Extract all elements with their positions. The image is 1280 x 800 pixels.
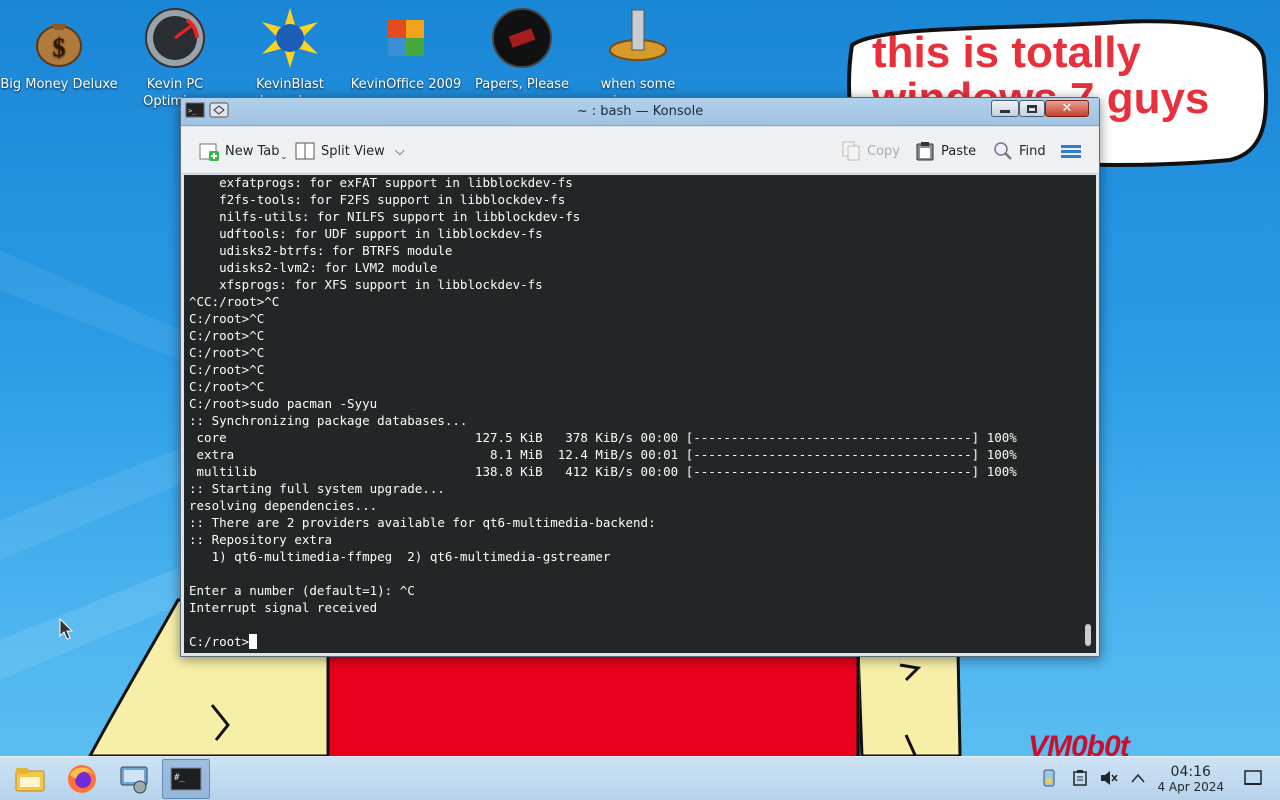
- desktop-icon-kevin-pc-optimizer[interactable]: Kevin PC Optimizer: [116, 6, 234, 110]
- update-icon: [1043, 769, 1055, 787]
- clock-time: 04:16: [1170, 764, 1211, 780]
- desktop-icon-kevinblast[interactable]: KevinBlast Launcher: [231, 6, 349, 110]
- terminal-line: 1) qt6-multimedia-ffmpeg 2) qt6-multimed…: [211, 549, 611, 564]
- terminal-line: :: Repository extra: [189, 532, 332, 547]
- desktop-icon-russian[interactable]: when some russian runs a...: [579, 6, 697, 110]
- minimize-button[interactable]: [991, 100, 1019, 117]
- terminal-line: C:/root>^C: [189, 311, 265, 326]
- paste-button[interactable]: Paste: [915, 140, 976, 162]
- volume-muted-icon: [1101, 771, 1118, 785]
- terminal-line: C:/root>^C: [189, 362, 265, 377]
- copy-label: Copy: [867, 143, 900, 159]
- terminal-line: resolving dependencies...: [189, 498, 378, 513]
- clock[interactable]: 04:16 4 Apr 2024: [1157, 764, 1224, 795]
- taskbar-system-settings[interactable]: [110, 759, 158, 799]
- desktop-icon-big-money[interactable]: $ Big Money Deluxe: [0, 6, 118, 93]
- terminal-line: :: Synchronizing package databases...: [189, 413, 468, 428]
- money-bag-icon: $: [27, 6, 91, 70]
- tray-kde-connect[interactable]: [1040, 769, 1058, 787]
- terminal-line: ^CC:/root>^C: [189, 294, 280, 309]
- copy-icon: [841, 141, 861, 161]
- maximize-button[interactable]: [1019, 100, 1045, 117]
- window-title: ~ : bash — Konsole: [576, 104, 704, 119]
- new-tab-button[interactable]: New Tab ⌄: [199, 140, 287, 162]
- find-button[interactable]: Find: [993, 140, 1046, 162]
- close-button[interactable]: ✕: [1045, 100, 1089, 117]
- new-tab-icon: [199, 141, 219, 161]
- split-view-label: Split View: [321, 143, 385, 159]
- terminal-line: Interrupt signal received: [189, 600, 378, 615]
- terminal-line: multilib 138.8 KiB 412 KiB/s 00:00 [----…: [196, 464, 1017, 479]
- gear-icon: [606, 6, 670, 70]
- terminal-line: extra 8.1 MiB 12.4 MiB/s 00:01 [--------…: [196, 447, 1017, 462]
- text-cursor: [249, 634, 258, 649]
- paste-icon: [915, 141, 935, 161]
- terminal-line: f2fs-tools: for F2FS support in libblock…: [219, 192, 566, 207]
- desktop-icon-label: Papers, Please: [474, 77, 570, 92]
- chevron-down-icon: ⌵: [394, 143, 405, 159]
- terminal-line: udisks2-lvm2: for LVM2 module: [219, 260, 438, 275]
- clipboard-icon: [1073, 770, 1087, 786]
- split-view-button[interactable]: Split View ⌵: [295, 140, 405, 162]
- terminal-line: exfatprogs: for exFAT support in libbloc…: [219, 175, 573, 190]
- terminal-line: C:/root>^C: [189, 328, 265, 343]
- taskbar-file-manager[interactable]: [6, 759, 54, 799]
- minimize-icon: [1000, 110, 1010, 113]
- terminal-line: :: There are 2 providers available for q…: [189, 515, 656, 530]
- svg-text:#_: #_: [174, 773, 185, 783]
- terminal-line: C:/root>^C: [189, 345, 265, 360]
- terminal-scrollbar[interactable]: [1085, 624, 1091, 646]
- papers-please-icon: [490, 6, 554, 70]
- terminal-area[interactable]: exfatprogs: for exFAT support in libbloc…: [184, 175, 1096, 653]
- folder-icon: [15, 768, 45, 792]
- settings-icon: [120, 766, 148, 794]
- new-tab-label: New Tab: [225, 143, 280, 159]
- terminal-line: :: Starting full system upgrade...: [189, 481, 445, 496]
- window-titlebar[interactable]: >_ ~ : bash — Konsole ✕: [181, 98, 1099, 126]
- desktop-icon-label: KevinOffice 2009: [350, 77, 462, 92]
- terminal-line: udisks2-btrfs: for BTRFS module: [219, 243, 453, 258]
- search-icon: [993, 141, 1013, 161]
- taskbar-konsole[interactable]: #_: [162, 759, 210, 799]
- desktop-icon-kevinoffice[interactable]: KevinOffice 2009: [347, 6, 465, 93]
- terminal-icon: #_: [170, 767, 202, 791]
- clock-date: 4 Apr 2024: [1157, 780, 1224, 794]
- gauge-icon: [143, 6, 207, 70]
- office-icon: [374, 6, 438, 70]
- desktop-icon-papers-please[interactable]: Papers, Please: [463, 6, 581, 93]
- blast-icon: [258, 6, 322, 70]
- taskbar: #_ 04:16 4 Apr 2024: [0, 756, 1280, 800]
- paste-label: Paste: [941, 143, 977, 159]
- svg-text:$: $: [53, 33, 66, 62]
- show-desktop-button[interactable]: [1244, 769, 1262, 787]
- show-desktop-icon: [1244, 770, 1262, 785]
- terminal-line: xfsprogs: for XFS support in libblockdev…: [219, 277, 543, 292]
- terminal-line: Enter a number (default=1): ^C: [189, 583, 415, 598]
- mouse-cursor-icon: [59, 618, 73, 640]
- terminal-output: exfatprogs: for exFAT support in libbloc…: [189, 174, 1017, 650]
- hamburger-menu-icon: [1061, 143, 1081, 160]
- tray-volume[interactable]: [1100, 769, 1118, 787]
- tray-expand[interactable]: [1129, 769, 1147, 787]
- konsole-toolbar: New Tab ⌄ Split View ⌵ Copy Paste Find: [181, 127, 1099, 174]
- firefox-icon: [68, 765, 96, 793]
- tray-clipboard[interactable]: [1071, 769, 1089, 787]
- find-label: Find: [1019, 143, 1046, 159]
- close-icon: ✕: [1061, 101, 1073, 116]
- terminal-prompt: C:/root>: [189, 634, 250, 649]
- taskbar-firefox[interactable]: [58, 759, 106, 799]
- terminal-line: core 127.5 KiB 378 KiB/s 00:00 [--------…: [196, 430, 1017, 445]
- split-view-icon: [295, 141, 315, 161]
- terminal-line: C:/root>sudo pacman -Syyu: [189, 396, 378, 411]
- terminal-line: udftools: for UDF support in libblockdev…: [219, 226, 543, 241]
- chevron-down-icon: ⌄: [280, 151, 288, 161]
- desktop-icon-label: Big Money Deluxe: [0, 77, 118, 92]
- copy-button[interactable]: Copy: [841, 140, 900, 162]
- terminal-line: nilfs-utils: for NILFS support in libblo…: [219, 209, 581, 224]
- terminal-line: C:/root>^C: [189, 379, 265, 394]
- konsole-window[interactable]: >_ ~ : bash — Konsole ✕ New Tab ⌄ Split …: [180, 97, 1100, 657]
- hamburger-menu-button[interactable]: [1061, 140, 1081, 162]
- chevron-up-icon: [1131, 773, 1145, 783]
- maximize-icon: [1027, 104, 1037, 113]
